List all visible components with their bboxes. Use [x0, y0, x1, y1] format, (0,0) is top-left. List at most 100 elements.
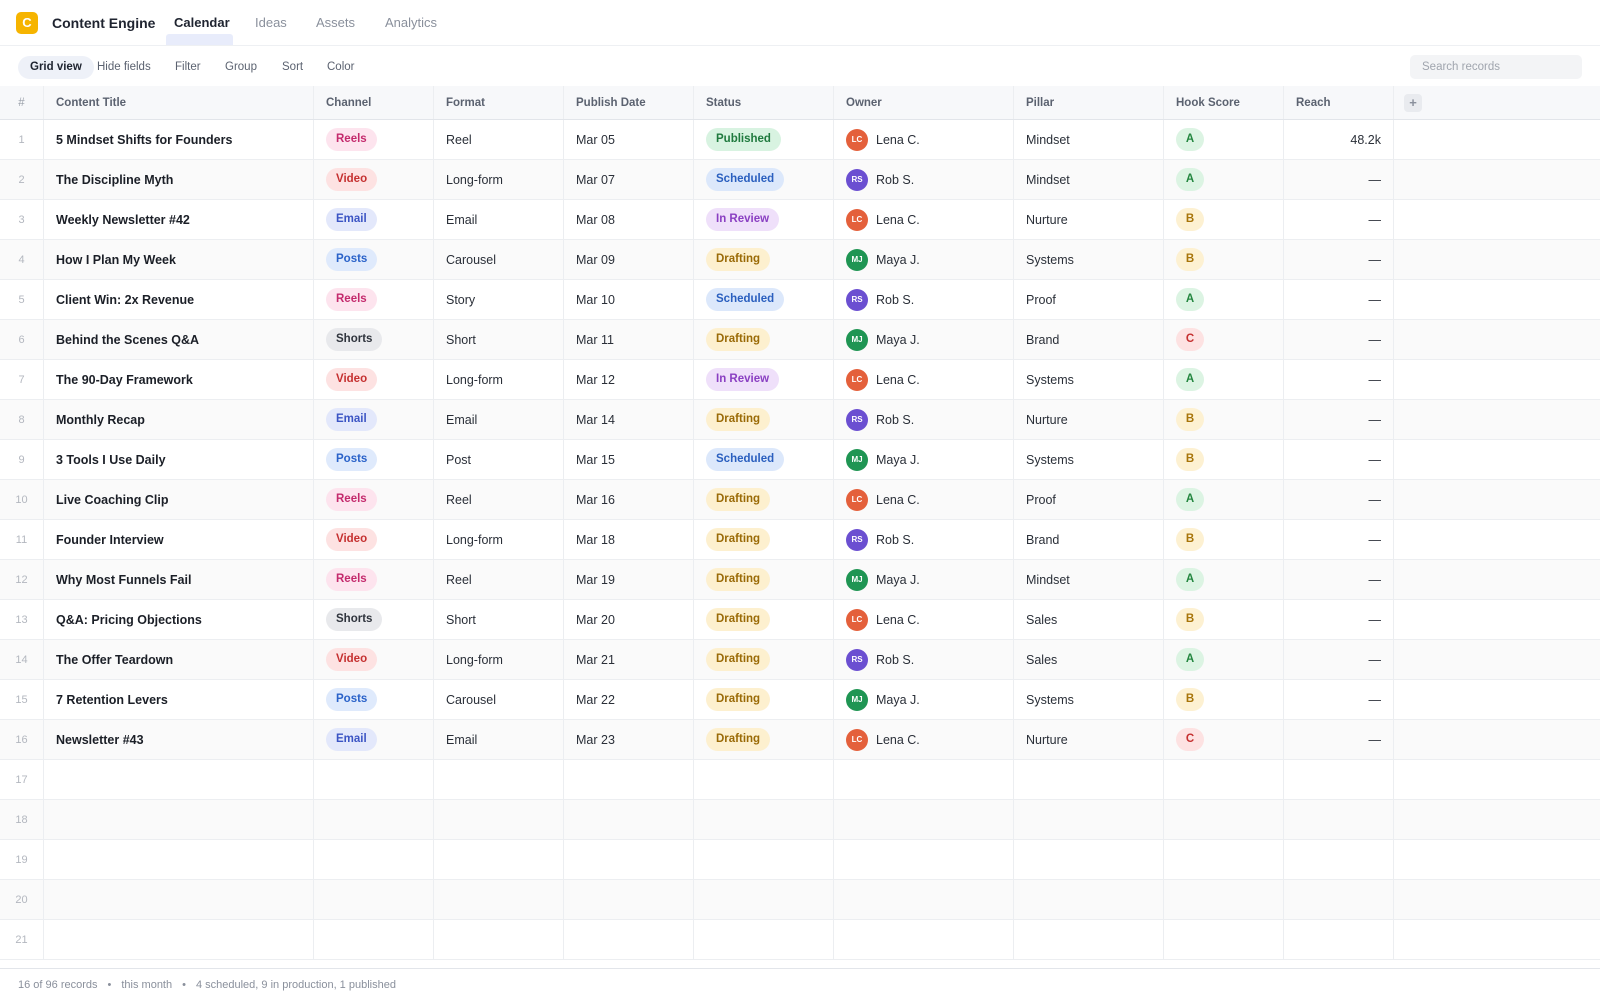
content-title-cell[interactable]: 3 Tools I Use Daily	[44, 440, 314, 479]
empty-cell[interactable]	[1014, 800, 1164, 839]
sort-button[interactable]: Sort	[282, 56, 303, 79]
empty-cell[interactable]	[694, 920, 834, 959]
empty-row[interactable]: 18	[0, 800, 1600, 840]
empty-cell[interactable]	[834, 840, 1014, 879]
publish-date-cell[interactable]: Mar 22	[564, 680, 694, 719]
hook-score-cell[interactable]: A	[1164, 480, 1284, 519]
empty-cell[interactable]	[694, 840, 834, 879]
channel-cell[interactable]: Reels	[314, 560, 434, 599]
channel-cell[interactable]: Reels	[314, 120, 434, 159]
pillar-cell[interactable]: Sales	[1014, 600, 1164, 639]
channel-cell[interactable]: Posts	[314, 680, 434, 719]
table-row[interactable]: 13 Q&A: Pricing Objections Shorts Short Mar …	[0, 600, 1600, 640]
pillar-cell[interactable]: Systems	[1014, 240, 1164, 279]
reach-cell[interactable]: —	[1284, 280, 1394, 319]
owner-cell[interactable]: MJ Maya J.	[834, 680, 1014, 719]
pillar-cell[interactable]: Brand	[1014, 520, 1164, 559]
publish-date-cell[interactable]: Mar 20	[564, 600, 694, 639]
table-row[interactable]: 4 How I Plan My Week Posts Carousel Mar 09 Dr…	[0, 240, 1600, 280]
hook-score-cell[interactable]: A	[1164, 560, 1284, 599]
status-cell[interactable]: Drafting	[694, 560, 834, 599]
empty-cell[interactable]	[434, 840, 564, 879]
empty-cell[interactable]	[314, 760, 434, 799]
publish-date-cell[interactable]: Mar 08	[564, 200, 694, 239]
empty-cell[interactable]	[314, 880, 434, 919]
format-cell[interactable]: Reel	[434, 480, 564, 519]
empty-cell[interactable]	[1284, 840, 1394, 879]
hook-score-cell[interactable]: A	[1164, 640, 1284, 679]
empty-cell[interactable]	[44, 800, 314, 839]
column-header-content-title[interactable]: Content Title	[44, 86, 314, 119]
hook-score-cell[interactable]: A	[1164, 280, 1284, 319]
reach-cell[interactable]: —	[1284, 640, 1394, 679]
empty-cell[interactable]	[564, 800, 694, 839]
pillar-cell[interactable]: Nurture	[1014, 400, 1164, 439]
publish-date-cell[interactable]: Mar 12	[564, 360, 694, 399]
status-cell[interactable]: Published	[694, 120, 834, 159]
hook-score-cell[interactable]: A	[1164, 120, 1284, 159]
table-row[interactable]: 1 5 Mindset Shifts for Founders Reels Reel M…	[0, 120, 1600, 160]
content-title-cell[interactable]: How I Plan My Week	[44, 240, 314, 279]
pillar-cell[interactable]: Nurture	[1014, 200, 1164, 239]
publish-date-cell[interactable]: Mar 18	[564, 520, 694, 559]
content-title-cell[interactable]: Why Most Funnels Fail	[44, 560, 314, 599]
format-cell[interactable]: Story	[434, 280, 564, 319]
channel-cell[interactable]: Posts	[314, 440, 434, 479]
empty-cell[interactable]	[44, 840, 314, 879]
hook-score-cell[interactable]: B	[1164, 680, 1284, 719]
table-row[interactable]: 10 Live Coaching Clip Reels Reel Mar 16 Draft…	[0, 480, 1600, 520]
empty-cell[interactable]	[564, 880, 694, 919]
empty-cell[interactable]	[314, 840, 434, 879]
owner-cell[interactable]: MJ Maya J.	[834, 560, 1014, 599]
status-cell[interactable]: Drafting	[694, 720, 834, 759]
content-title-cell[interactable]: Live Coaching Clip	[44, 480, 314, 519]
channel-cell[interactable]: Email	[314, 400, 434, 439]
pillar-cell[interactable]: Proof	[1014, 480, 1164, 519]
status-cell[interactable]: Drafting	[694, 600, 834, 639]
table-row[interactable]: 11 Founder Interview Video Long-form Mar 18 D…	[0, 520, 1600, 560]
empty-cell[interactable]	[564, 760, 694, 799]
owner-cell[interactable]: LC Lena C.	[834, 600, 1014, 639]
empty-cell[interactable]	[1284, 920, 1394, 959]
reach-cell[interactable]: —	[1284, 320, 1394, 359]
content-title-cell[interactable]: The Discipline Myth	[44, 160, 314, 199]
owner-cell[interactable]: RS Rob S.	[834, 160, 1014, 199]
status-cell[interactable]: Scheduled	[694, 280, 834, 319]
channel-cell[interactable]: Shorts	[314, 600, 434, 639]
owner-cell[interactable]: LC Lena C.	[834, 720, 1014, 759]
tab-ideas[interactable]: Ideas	[255, 15, 287, 30]
empty-cell[interactable]	[1284, 800, 1394, 839]
empty-cell[interactable]	[1164, 880, 1284, 919]
format-cell[interactable]: Short	[434, 320, 564, 359]
table-row[interactable]: 8 Monthly Recap Email Email Mar 14 Drafting RS…	[0, 400, 1600, 440]
publish-date-cell[interactable]: Mar 05	[564, 120, 694, 159]
empty-cell[interactable]	[1014, 920, 1164, 959]
empty-cell[interactable]	[1284, 760, 1394, 799]
reach-cell[interactable]: —	[1284, 560, 1394, 599]
hook-score-cell[interactable]: B	[1164, 200, 1284, 239]
app-logo[interactable]: C	[16, 12, 38, 34]
format-cell[interactable]: Long-form	[434, 640, 564, 679]
empty-cell[interactable]	[564, 840, 694, 879]
hook-score-cell[interactable]: A	[1164, 360, 1284, 399]
content-title-cell[interactable]: Newsletter #43	[44, 720, 314, 759]
empty-cell[interactable]	[834, 920, 1014, 959]
empty-cell[interactable]	[434, 800, 564, 839]
channel-cell[interactable]: Email	[314, 200, 434, 239]
empty-cell[interactable]	[1014, 840, 1164, 879]
status-cell[interactable]: Scheduled	[694, 440, 834, 479]
hook-score-cell[interactable]: B	[1164, 520, 1284, 559]
filter-button[interactable]: Filter	[175, 56, 201, 79]
format-cell[interactable]: Email	[434, 400, 564, 439]
hook-score-cell[interactable]: C	[1164, 720, 1284, 759]
group-button[interactable]: Group	[225, 56, 257, 79]
owner-cell[interactable]: MJ Maya J.	[834, 240, 1014, 279]
content-title-cell[interactable]: Q&A: Pricing Objections	[44, 600, 314, 639]
empty-cell[interactable]	[1164, 840, 1284, 879]
add-column-button[interactable]: +	[1404, 93, 1422, 112]
table-row[interactable]: 15 7 Retention Levers Posts Carousel Mar 22 D…	[0, 680, 1600, 720]
hook-score-cell[interactable]: B	[1164, 600, 1284, 639]
table-row[interactable]: 6 Behind the Scenes Q&A Shorts Short Mar 11 D…	[0, 320, 1600, 360]
publish-date-cell[interactable]: Mar 10	[564, 280, 694, 319]
content-title-cell[interactable]: The Offer Teardown	[44, 640, 314, 679]
